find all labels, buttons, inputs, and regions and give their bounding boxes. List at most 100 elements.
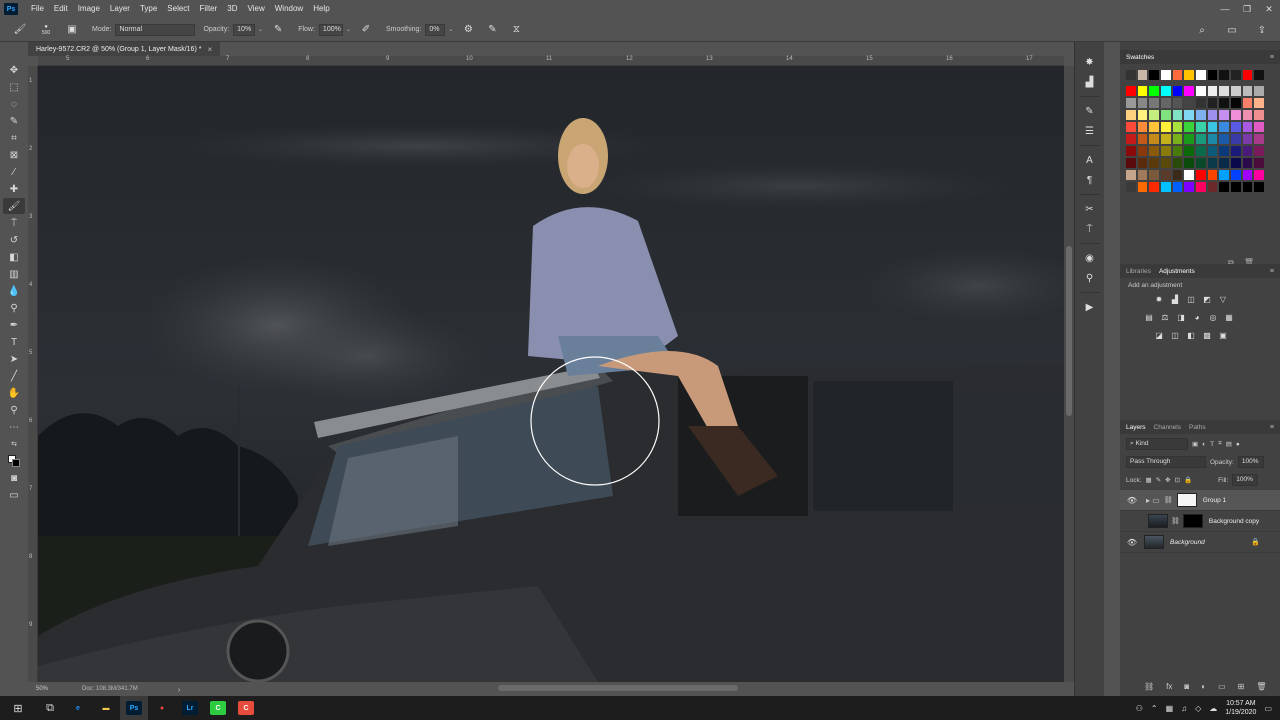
clone-source-icon[interactable]: ⍑ (1081, 221, 1099, 237)
selective-color-icon[interactable]: ▣ (1218, 330, 1228, 340)
panel-menu-icon[interactable]: ≡ (1270, 54, 1274, 61)
shape-filter-icon[interactable]: ⌗ (1218, 440, 1222, 448)
color-swatch[interactable] (1207, 122, 1218, 132)
color-swatch[interactable] (1126, 86, 1136, 96)
paragraph-icon[interactable]: ¶ (1081, 172, 1099, 188)
layer-mask-thumbnail[interactable] (1182, 514, 1203, 528)
color-swatch[interactable] (1126, 182, 1136, 192)
color-swatch[interactable] (1231, 170, 1241, 180)
brush-settings-icon[interactable]: ▣ (64, 22, 80, 38)
layer-fill-input[interactable]: 100% (1232, 474, 1259, 486)
color-swatch[interactable] (1184, 70, 1195, 80)
dodge-tool-icon[interactable]: ⚲ (3, 300, 25, 316)
frame-tool-icon[interactable]: ⊠ (3, 147, 25, 163)
brush-tool-icon[interactable]: 🖌 (3, 198, 25, 214)
color-swatch[interactable] (1172, 146, 1183, 156)
color-swatch[interactable] (1137, 70, 1148, 80)
menu-file[interactable]: File (26, 0, 49, 18)
character-icon[interactable]: A (1081, 152, 1099, 168)
workspace-icon[interactable]: ▭ (1224, 22, 1240, 38)
color-swatch[interactable] (1172, 182, 1183, 192)
posterize-icon[interactable]: ◫ (1170, 330, 1180, 340)
pressure-opacity-icon[interactable]: ✎ (270, 22, 286, 38)
color-swatch[interactable] (1207, 70, 1218, 80)
color-swatch[interactable] (1172, 110, 1183, 120)
layer-name[interactable]: Background copy (1209, 518, 1259, 525)
color-swatch[interactable] (1207, 182, 1218, 192)
marquee-tool-icon[interactable]: ⬚ (3, 79, 25, 95)
layer-opacity-input[interactable]: 100% (1237, 456, 1264, 468)
zoom-level[interactable]: 50% (36, 686, 66, 692)
color-swatch[interactable] (1207, 110, 1218, 120)
color-swatch[interactable] (1242, 170, 1253, 180)
color-swatch[interactable] (1149, 146, 1160, 156)
panel-menu-icon[interactable]: ≡ (1270, 268, 1274, 275)
color-swatch[interactable] (1149, 122, 1160, 132)
color-swatch[interactable] (1184, 110, 1195, 120)
layers-tab[interactable]: Layers (1126, 424, 1146, 431)
color-swatch[interactable] (1196, 122, 1206, 132)
color-swatch[interactable] (1126, 170, 1136, 180)
color-swatch[interactable] (1137, 170, 1148, 180)
filter-toggle-icon[interactable]: ● (1236, 441, 1240, 448)
vertical-scroll-thumb[interactable] (1066, 246, 1072, 416)
color-swatch[interactable] (1219, 70, 1230, 80)
dropbox-icon[interactable]: ◇ (1195, 704, 1201, 713)
color-swatch[interactable] (1219, 158, 1230, 168)
histogram-icon[interactable]: ▟ (1081, 74, 1099, 90)
brush-preset-picker[interactable]: ● 500 (36, 22, 56, 38)
opacity-input[interactable]: 10% (233, 23, 256, 36)
tools-options-icon[interactable]: ✂ (1081, 201, 1099, 217)
color-swatch[interactable] (1254, 146, 1265, 156)
task-view-icon[interactable]: ⧉ (36, 696, 64, 720)
color-balance-icon[interactable]: ⚖ (1160, 312, 1170, 322)
blend-mode-select[interactable]: Pass Through (1126, 456, 1206, 468)
menu-edit[interactable]: Edit (49, 0, 73, 18)
lock-artboard-icon[interactable]: ⊡ (1175, 476, 1180, 484)
pen-tool-icon[interactable]: ✒ (3, 317, 25, 333)
close-window-button[interactable]: ✕ (1258, 0, 1280, 18)
menu-type[interactable]: Type (135, 0, 162, 18)
black-white-icon[interactable]: ◨ (1176, 312, 1186, 322)
color-swatch[interactable] (1207, 158, 1218, 168)
color-swatch[interactable] (1161, 70, 1171, 80)
color-swatch[interactable] (1172, 98, 1183, 108)
color-swatch[interactable] (1184, 182, 1195, 192)
threshold-icon[interactable]: ◧ (1186, 330, 1196, 340)
flow-input[interactable]: 100% (318, 23, 343, 36)
levels-icon[interactable]: ▟ (1170, 294, 1180, 304)
type-tool-icon[interactable]: T (3, 334, 25, 350)
color-swatch[interactable] (1172, 70, 1183, 80)
hue-saturation-icon[interactable]: ▤ (1144, 312, 1154, 322)
color-swatch[interactable] (1184, 134, 1195, 144)
document-canvas[interactable] (38, 66, 1064, 682)
color-swatch[interactable] (1161, 134, 1171, 144)
color-swatch[interactable] (1149, 134, 1160, 144)
share-icon[interactable]: ⇪ (1254, 22, 1270, 38)
color-swatch[interactable] (1196, 134, 1206, 144)
invert-icon[interactable]: ◪ (1154, 330, 1164, 340)
color-swatch[interactable] (1242, 182, 1253, 192)
lock-transparent-icon[interactable]: ▦ (1146, 476, 1152, 484)
lasso-tool-icon[interactable]: ◌ (3, 96, 25, 112)
visibility-eye-icon[interactable]: 👁 (1126, 538, 1138, 547)
color-swatch[interactable] (1149, 158, 1160, 168)
color-swatch[interactable] (1184, 122, 1195, 132)
taskbar-app-explorer[interactable]: ▬ (92, 696, 120, 720)
crop-tool-icon[interactable]: ⌗ (3, 130, 25, 146)
3d-icon[interactable]: ◉ (1081, 250, 1099, 266)
pixel-filter-icon[interactable]: ▣ (1192, 440, 1198, 448)
color-swatch[interactable] (1196, 110, 1206, 120)
color-swatch[interactable] (1231, 182, 1241, 192)
hand-tool-icon[interactable]: ✋ (3, 385, 25, 401)
menu-image[interactable]: Image (73, 0, 105, 18)
color-swatch[interactable] (1219, 170, 1230, 180)
more-tools-icon[interactable]: ⋯ (3, 419, 25, 435)
color-swatches-icon[interactable] (3, 453, 25, 469)
quick-mask-icon[interactable]: ◙ (3, 470, 25, 486)
eraser-tool-icon[interactable]: ◧ (3, 249, 25, 265)
taskbar-app-lightroom[interactable]: Lr (176, 696, 204, 720)
adjustments-tab[interactable]: Adjustments (1159, 268, 1195, 275)
color-swatch[interactable] (1242, 70, 1253, 80)
color-swatch[interactable] (1231, 70, 1241, 80)
